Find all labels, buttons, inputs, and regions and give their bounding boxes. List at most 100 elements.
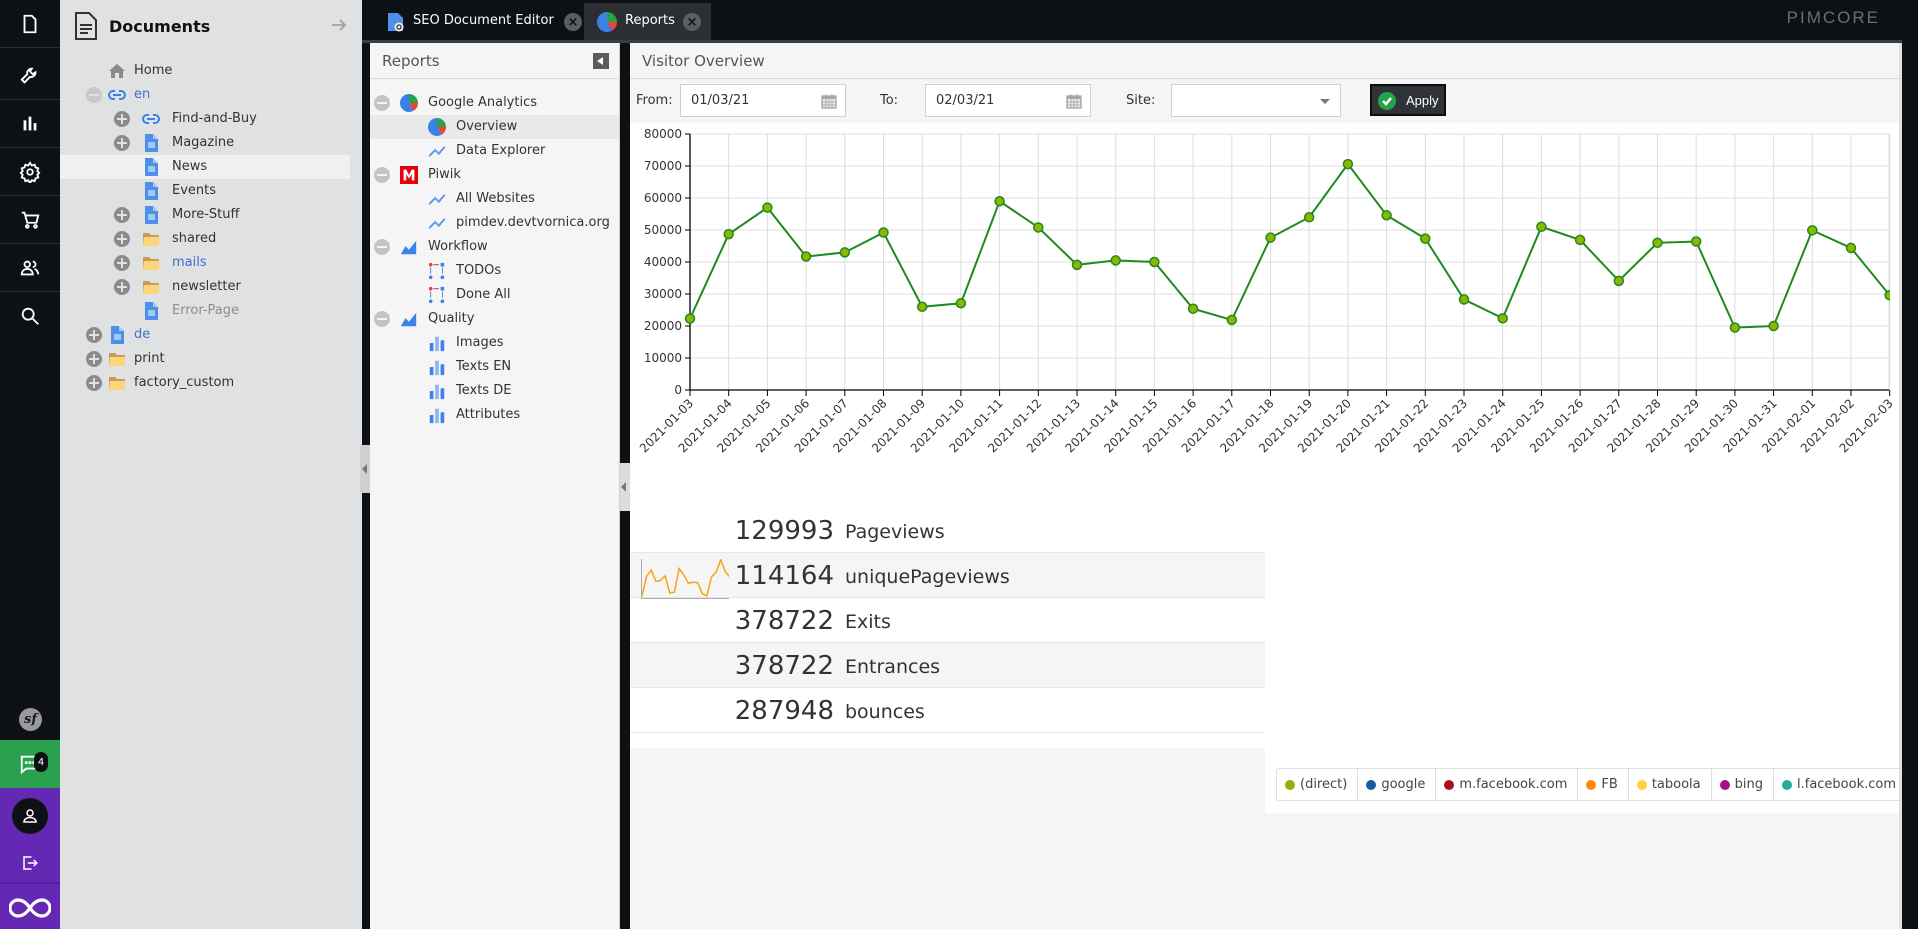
from-date-field[interactable]: 01/03/21 bbox=[680, 84, 846, 117]
data-point[interactable] bbox=[1613, 275, 1625, 287]
data-point[interactable] bbox=[1652, 237, 1663, 249]
data-point[interactable] bbox=[1071, 259, 1083, 271]
expand-icon[interactable] bbox=[114, 255, 130, 271]
nav-search[interactable] bbox=[0, 292, 60, 340]
report-item-images[interactable]: Images bbox=[370, 331, 619, 355]
tree-item-magazine[interactable]: Magazine bbox=[60, 131, 350, 155]
legend-item[interactable]: bing bbox=[1712, 769, 1774, 800]
data-point[interactable] bbox=[1342, 158, 1354, 170]
data-point[interactable] bbox=[839, 247, 851, 258]
data-point[interactable] bbox=[1768, 320, 1779, 332]
legend-item[interactable]: google bbox=[1358, 769, 1437, 800]
tab-reports[interactable]: Reports × bbox=[584, 3, 711, 40]
report-item-workflow[interactable]: Workflow bbox=[370, 235, 619, 259]
data-point[interactable] bbox=[684, 313, 696, 324]
expand-icon[interactable] bbox=[86, 351, 102, 367]
data-point[interactable] bbox=[1265, 232, 1276, 243]
arrow-right-icon[interactable] bbox=[330, 16, 348, 34]
data-point[interactable] bbox=[1226, 314, 1238, 326]
expand-icon[interactable] bbox=[86, 327, 102, 343]
pimcore-logo-button[interactable] bbox=[0, 886, 60, 929]
collapse-icon[interactable] bbox=[374, 239, 390, 255]
report-item-pimdev-devtvornica-org[interactable]: pimdev.devtvornica.org bbox=[370, 211, 619, 235]
reports-panel-collapse-handle[interactable] bbox=[620, 463, 630, 511]
report-item-texts-en[interactable]: Texts EN bbox=[370, 355, 619, 379]
tree-item-en[interactable]: en bbox=[60, 83, 350, 107]
expand-icon[interactable] bbox=[86, 375, 102, 391]
collapse-icon[interactable] bbox=[86, 87, 102, 103]
tree-item-newsletter[interactable]: newsletter bbox=[60, 275, 350, 299]
expand-icon[interactable] bbox=[114, 279, 130, 295]
data-point[interactable] bbox=[1110, 255, 1121, 266]
tree-item-find-and-buy[interactable]: Find-and-Buy bbox=[60, 107, 350, 131]
data-point[interactable] bbox=[800, 251, 812, 262]
expand-icon[interactable] bbox=[114, 207, 130, 223]
expand-icon[interactable] bbox=[114, 231, 130, 247]
data-point[interactable] bbox=[1497, 313, 1508, 324]
nav-users[interactable] bbox=[0, 244, 60, 292]
report-item-attributes[interactable]: Attributes bbox=[370, 403, 619, 427]
tree-item-print[interactable]: print bbox=[60, 347, 350, 371]
data-point[interactable] bbox=[1729, 322, 1741, 333]
collapse-icon[interactable] bbox=[374, 167, 390, 183]
data-point[interactable] bbox=[1845, 242, 1857, 254]
data-point[interactable] bbox=[1458, 294, 1470, 305]
notifications-button[interactable]: 4 bbox=[0, 740, 60, 788]
nav-marketing[interactable] bbox=[0, 100, 60, 148]
apply-button[interactable]: Apply bbox=[1370, 84, 1446, 116]
tree-item-mails[interactable]: mails bbox=[60, 251, 350, 275]
data-point[interactable] bbox=[1187, 303, 1199, 314]
logout-button[interactable] bbox=[0, 844, 60, 884]
user-avatar-button[interactable] bbox=[12, 798, 48, 834]
expand-icon[interactable] bbox=[114, 111, 130, 127]
data-point[interactable] bbox=[1884, 290, 1894, 301]
tree-item-factory-custom[interactable]: factory_custom bbox=[60, 371, 350, 395]
tree-item-shared[interactable]: shared bbox=[60, 227, 350, 251]
legend-item[interactable]: l.facebook.com bbox=[1774, 769, 1908, 800]
report-item-data-explorer[interactable]: Data Explorer bbox=[370, 139, 619, 163]
data-point[interactable] bbox=[762, 202, 773, 213]
data-point[interactable] bbox=[994, 195, 1005, 207]
site-select[interactable] bbox=[1171, 84, 1341, 117]
data-point[interactable] bbox=[1807, 225, 1818, 236]
collapse-reports-panel-button[interactable] bbox=[593, 53, 609, 69]
documents-panel-collapse-handle[interactable] bbox=[360, 445, 370, 493]
legend-item[interactable]: FB bbox=[1578, 769, 1629, 800]
data-point[interactable] bbox=[1149, 256, 1160, 268]
data-point[interactable] bbox=[1690, 236, 1702, 247]
report-item-all-websites[interactable]: All Websites bbox=[370, 187, 619, 211]
collapse-icon[interactable] bbox=[374, 311, 390, 327]
data-point[interactable] bbox=[1381, 210, 1392, 221]
chevron-down-icon[interactable] bbox=[1320, 99, 1330, 104]
tab-seo-document-editor[interactable]: SEO Document Editor × bbox=[375, 3, 592, 40]
data-point[interactable] bbox=[916, 301, 928, 313]
data-point[interactable] bbox=[955, 298, 967, 309]
report-item-done-all[interactable]: Done All bbox=[370, 283, 619, 307]
tree-item-events[interactable]: Events bbox=[60, 179, 350, 203]
calendar-icon[interactable] bbox=[1066, 93, 1082, 109]
report-item-quality[interactable]: Quality bbox=[370, 307, 619, 331]
report-item-overview[interactable]: Overview bbox=[370, 115, 619, 139]
collapse-icon[interactable] bbox=[374, 95, 390, 111]
legend-item[interactable]: taboola bbox=[1629, 769, 1712, 800]
tree-item-error-page[interactable]: Error-Page bbox=[60, 299, 350, 323]
report-item-todos[interactable]: TODOs bbox=[370, 259, 619, 283]
expand-icon[interactable] bbox=[114, 135, 130, 151]
to-date-field[interactable]: 02/03/21 bbox=[925, 84, 1091, 117]
data-point[interactable] bbox=[1033, 222, 1044, 233]
tree-item-home[interactable]: Home bbox=[60, 59, 350, 83]
close-tab-icon[interactable]: × bbox=[564, 13, 582, 31]
data-point[interactable] bbox=[1420, 233, 1431, 244]
report-item-texts-de[interactable]: Texts DE bbox=[370, 379, 619, 403]
close-tab-icon[interactable]: × bbox=[683, 13, 701, 31]
tree-item-more-stuff[interactable]: More-Stuff bbox=[60, 203, 350, 227]
nav-documents[interactable] bbox=[0, 0, 60, 48]
legend-item[interactable]: (direct) bbox=[1277, 769, 1359, 800]
report-item-piwik[interactable]: Piwik bbox=[370, 163, 619, 187]
calendar-icon[interactable] bbox=[821, 93, 837, 109]
symfony-icon[interactable]: sf bbox=[19, 708, 42, 731]
report-item-google-analytics[interactable]: Google Analytics bbox=[370, 91, 619, 115]
data-point[interactable] bbox=[723, 228, 734, 240]
data-point[interactable] bbox=[1536, 221, 1547, 233]
data-point[interactable] bbox=[878, 227, 889, 238]
